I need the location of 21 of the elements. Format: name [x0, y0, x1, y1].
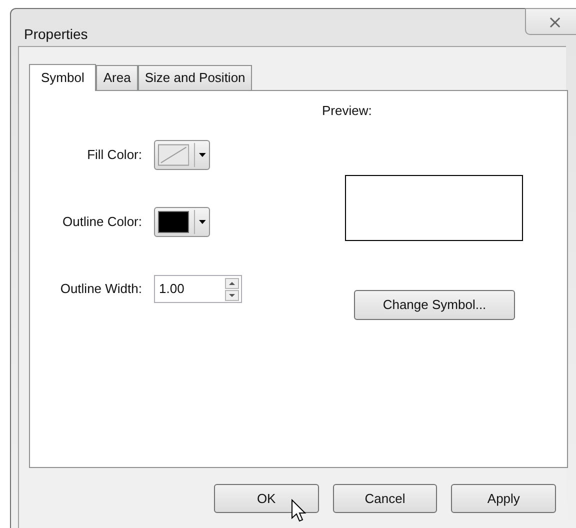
color-picker[interactable] — [154, 207, 210, 237]
outline-width-value: 1.00 — [158, 280, 186, 298]
caret-icon — [199, 220, 206, 224]
window-title: Properties — [23, 25, 88, 44]
no-color-swatch — [158, 144, 190, 166]
color-picker[interactable] — [154, 140, 210, 170]
close-button[interactable]: ⨯ — [525, 8, 576, 35]
field-label: Outline Color: — [62, 213, 143, 232]
tab[interactable]: Area — [96, 65, 138, 90]
preview-label: Preview: — [322, 102, 373, 120]
mouse-pointer-icon — [291, 499, 307, 523]
field-label: Fill Color: — [86, 146, 143, 164]
change-symbol-button[interactable]: Change Symbol... — [354, 290, 515, 320]
number-spinner[interactable]: 1.00 — [154, 275, 242, 303]
dialog-button[interactable]: Cancel — [332, 484, 438, 513]
dialog-button[interactable]: Apply — [451, 484, 556, 513]
tab[interactable]: Symbol — [29, 64, 96, 91]
caret-icon — [199, 153, 206, 157]
dialog-button[interactable]: OK — [214, 484, 319, 513]
field-label: Outline Width: — [59, 280, 143, 298]
tab[interactable]: Size and Position — [138, 65, 252, 90]
